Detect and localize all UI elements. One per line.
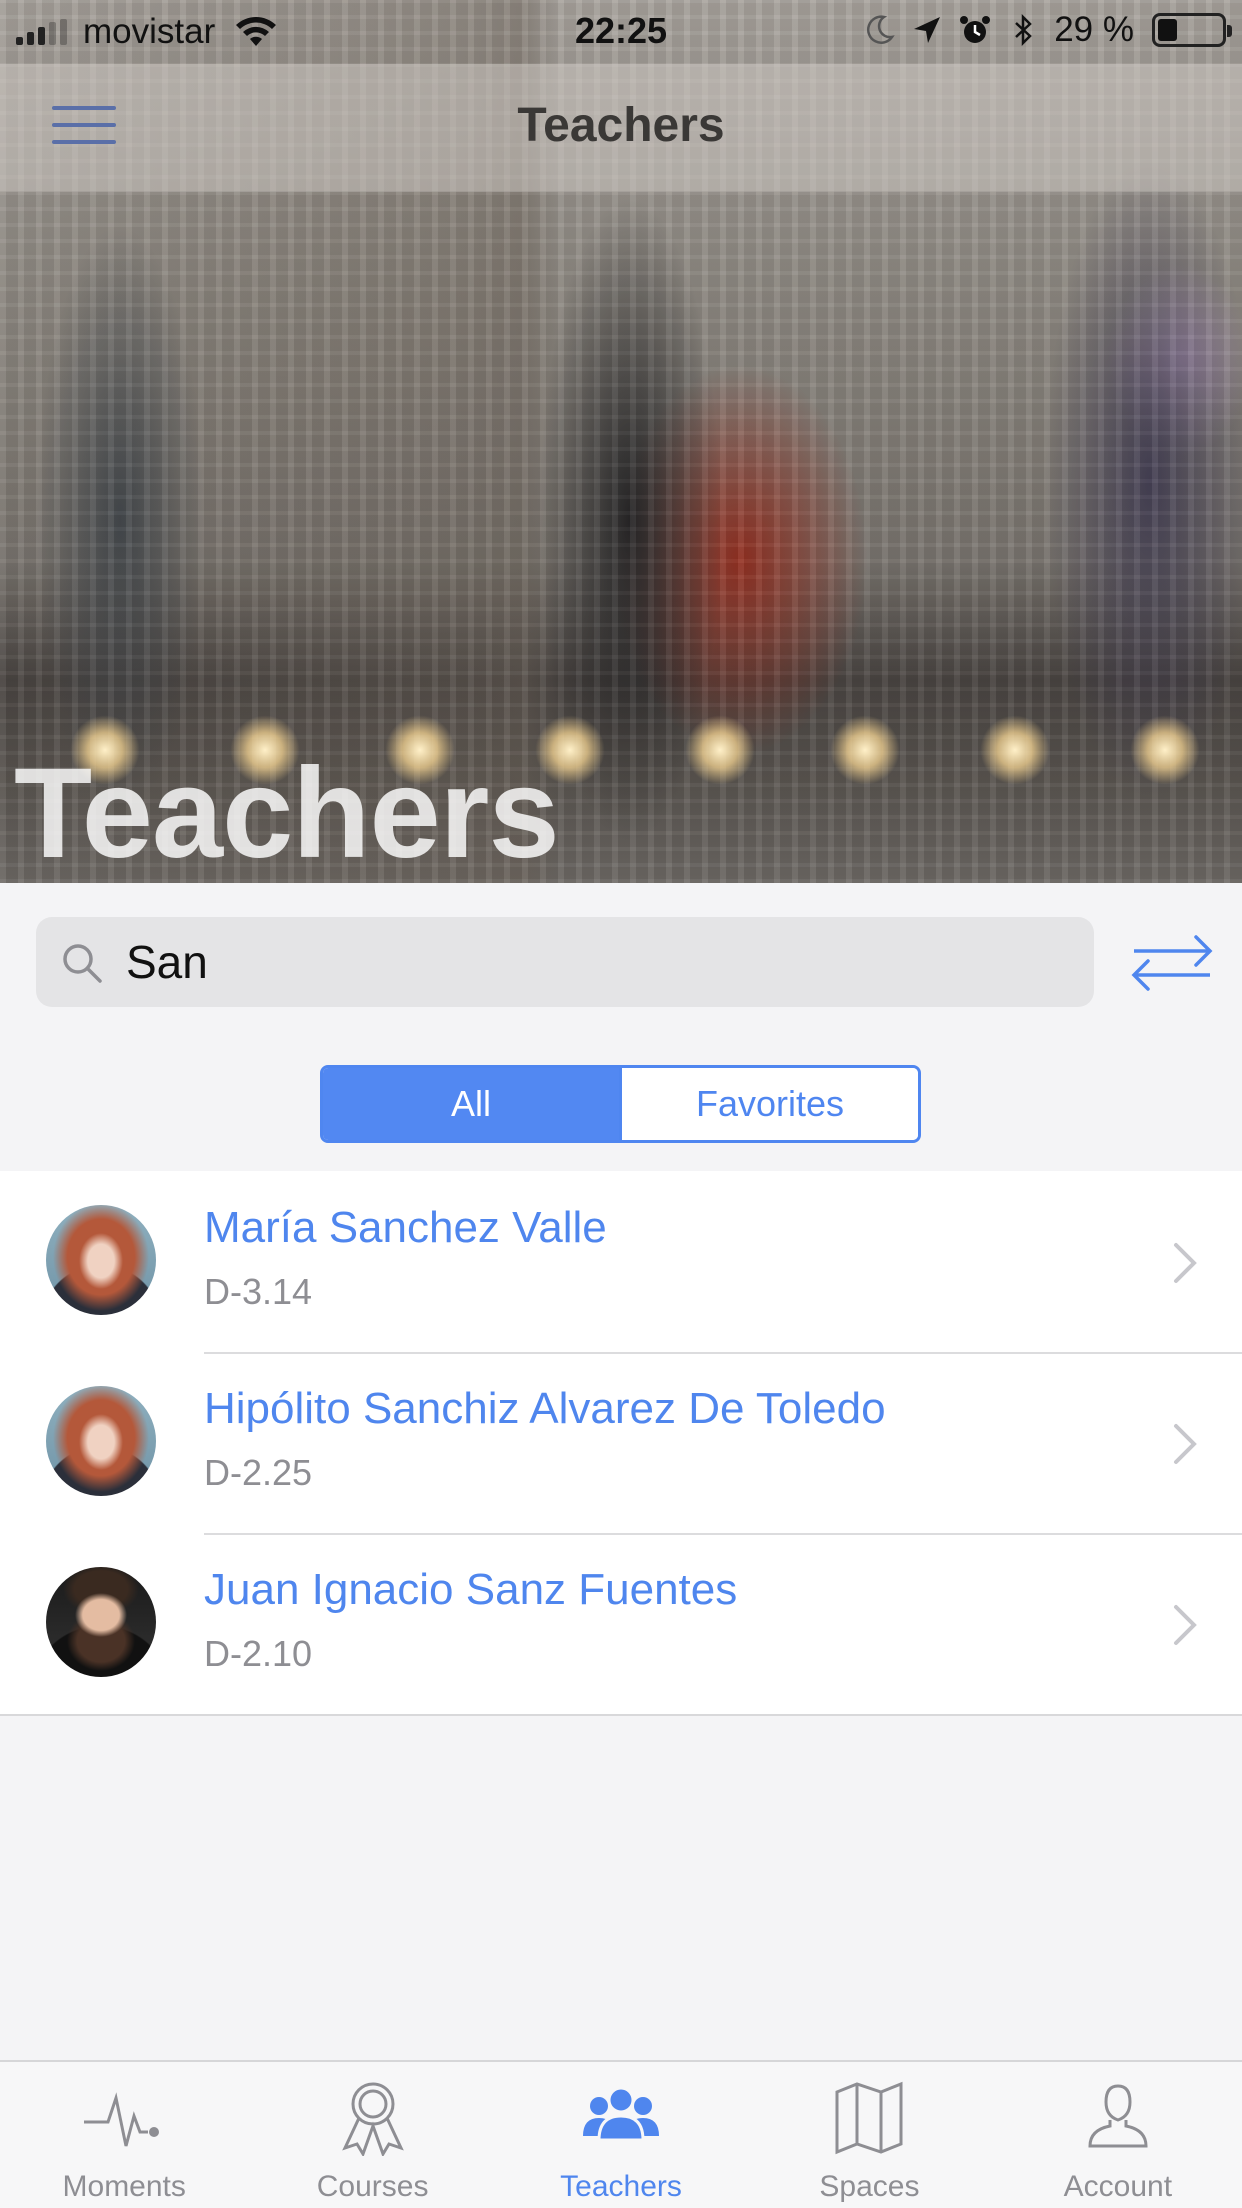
segment-favorites[interactable]: Favorites (619, 1068, 918, 1140)
tab-label: Moments (62, 2170, 186, 2203)
search-input[interactable] (126, 931, 1066, 993)
teacher-name: Hipólito Sanchiz Alvarez De Toledo (204, 1384, 886, 1433)
tab-moments[interactable]: Moments (0, 2062, 248, 2208)
moon-icon (867, 15, 895, 44)
teacher-office: D-3.14 (204, 1271, 313, 1312)
teacher-name: Juan Ignacio Sanz Fuentes (204, 1565, 738, 1614)
teacher-row[interactable]: Hipólito Sanchiz Alvarez De Toledo D-2.2… (0, 1352, 1242, 1533)
search-field[interactable] (36, 917, 1094, 1007)
avatar (46, 1205, 156, 1315)
sort-swap-icon[interactable] (1130, 929, 1214, 997)
location-arrow-icon (914, 17, 941, 43)
teacher-row[interactable]: Juan Ignacio Sanz Fuentes D-2.10 (0, 1533, 1242, 1714)
search-icon (63, 944, 102, 983)
avatar (46, 1567, 156, 1677)
chevron-right-icon (1174, 1424, 1197, 1464)
tab-bar: Moments Courses Teachers Spaces Account (0, 2060, 1242, 2208)
tab-courses[interactable]: Courses (248, 2062, 496, 2208)
teacher-office: D-2.10 (204, 1633, 313, 1674)
status-bar: movistar 22:25 29 % (0, 0, 1242, 64)
navigation-bar: Teachers (0, 64, 1242, 192)
people-icon (583, 2086, 660, 2142)
search-row (0, 883, 1242, 1053)
stage-light (980, 715, 1050, 785)
tab-label: Courses (316, 2170, 429, 2203)
tab-label: Spaces (819, 2170, 920, 2203)
stage-light (830, 715, 900, 785)
tab-teachers[interactable]: Teachers (497, 2062, 745, 2208)
chevron-right-icon (1174, 1605, 1197, 1645)
battery-icon (1152, 13, 1232, 47)
segment-all[interactable]: All (323, 1068, 619, 1140)
tab-label: Teachers (560, 2170, 682, 2203)
teacher-list: María Sanchez Valle D-3.14 Hipólito Sanc… (0, 1171, 1242, 1716)
map-icon (835, 2081, 903, 2155)
ribbon-icon (341, 2082, 404, 2156)
hero-title: Teachers (14, 742, 560, 883)
battery-percent: 29 % (1054, 10, 1134, 49)
pulse-icon (84, 2092, 160, 2147)
person-icon (1088, 2084, 1148, 2148)
chevron-right-icon (1174, 1243, 1197, 1283)
teacher-row[interactable]: María Sanchez Valle D-3.14 (0, 1171, 1242, 1352)
teacher-name: María Sanchez Valle (204, 1203, 607, 1252)
filter-segmented-control: All Favorites (320, 1065, 921, 1143)
tab-spaces[interactable]: Spaces (745, 2062, 993, 2208)
stage-light (685, 715, 755, 785)
alarm-icon (960, 16, 991, 43)
hero-banner: Teachers movistar 22:25 29 % Teachers (0, 0, 1242, 883)
stage-light (1130, 715, 1200, 785)
teacher-office: D-2.25 (204, 1452, 313, 1493)
nav-title: Teachers (517, 99, 725, 152)
bluetooth-icon (1015, 13, 1033, 47)
tab-label: Account (1063, 2170, 1173, 2203)
avatar (46, 1386, 156, 1496)
tab-account[interactable]: Account (994, 2062, 1242, 2208)
